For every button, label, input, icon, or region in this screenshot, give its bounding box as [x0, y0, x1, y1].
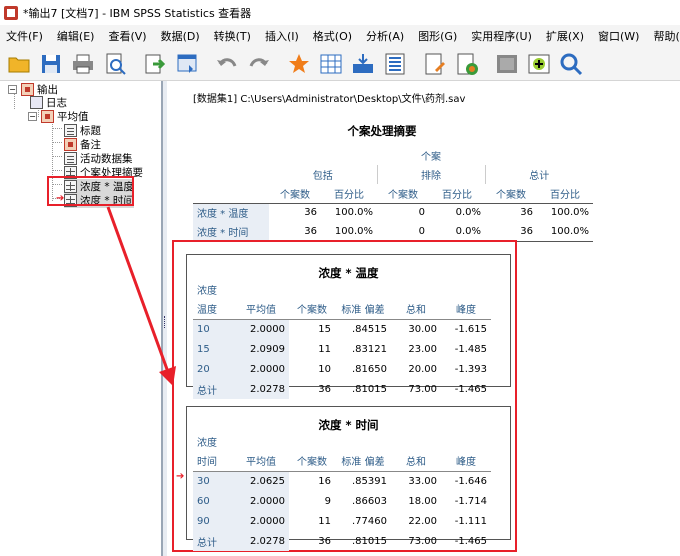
summary-title: 个案处理摘要: [347, 124, 417, 138]
find-icon[interactable]: [558, 51, 584, 77]
menu-help[interactable]: 帮助(H): [653, 28, 680, 44]
table-row: 浓度 * 温度 36 100.0% 0 0.0% 36 100.0%: [193, 203, 593, 222]
table-row: 总计 2.0278 36.81015 73.00 -1.465: [193, 531, 491, 551]
goto-variable-icon[interactable]: [350, 51, 376, 77]
variables-icon[interactable]: [382, 51, 408, 77]
menu-format[interactable]: 格式(O): [313, 28, 352, 44]
header-pct: 百分比: [321, 184, 377, 204]
header-n: 个案数: [269, 184, 321, 204]
menu-graphs[interactable]: 图形(G): [418, 28, 457, 44]
insert-chart-icon[interactable]: [454, 51, 480, 77]
splitter-grip-icon: [164, 316, 166, 328]
report-table-time: 浓度 * 时间 浓度 时间 平均值 个案数 标准 偏差 总和 峰度 30 2.06…: [186, 406, 511, 551]
menu-insert[interactable]: 插入(I): [265, 28, 299, 44]
tree-label-means: 平均值: [57, 111, 89, 123]
app-icon: [4, 5, 18, 20]
show-icon[interactable]: [526, 51, 552, 77]
print-preview-icon[interactable]: [102, 51, 128, 77]
header-pct: 百分比: [537, 184, 593, 204]
open-folder-icon[interactable]: [6, 51, 32, 77]
table-row: 90 2.0000 11.77460 22.00 -1.111: [193, 511, 491, 531]
table-row: 10 2.0000 15.84515 30.00 -1.615: [193, 319, 491, 339]
title-bar: *输出7 [文档7] - IBM SPSS Statistics 查看器: [0, 0, 680, 25]
recall-dialog-icon[interactable]: [174, 51, 200, 77]
goto-data-icon[interactable]: [286, 51, 312, 77]
print-icon[interactable]: [70, 51, 96, 77]
tree-item-means[interactable]: − 平均值: [28, 109, 89, 124]
current-table-arrow-icon: ➔: [176, 471, 185, 482]
table-row: 20 2.0000 10.81650 20.00 -1.393: [193, 359, 491, 379]
header-n: 个案数: [485, 184, 537, 204]
toolbar: [0, 47, 680, 81]
undo-icon[interactable]: [214, 51, 240, 77]
export-icon[interactable]: [142, 51, 168, 77]
tree-item-log[interactable]: 日志: [30, 95, 67, 110]
case-summary-table: 个案 包括 排除 总计 个案数 百分比 个案数 百分比 个案数 百分比 浓度 *…: [193, 146, 593, 242]
menu-transform[interactable]: 转换(T): [214, 28, 251, 44]
menu-data[interactable]: 数据(D): [161, 28, 200, 44]
header-pct: 百分比: [429, 184, 485, 204]
menu-extensions[interactable]: 扩展(X): [546, 28, 584, 44]
table-row: 30 2.0625 16.85391 33.00 -1.646: [193, 471, 491, 491]
menu-file[interactable]: 文件(F): [6, 28, 43, 44]
menu-view[interactable]: 查看(V): [108, 28, 146, 44]
goto-case-icon[interactable]: [318, 51, 344, 77]
collapse-icon[interactable]: −: [28, 112, 37, 121]
collapse-icon[interactable]: −: [8, 85, 17, 94]
header-total: 总计: [529, 171, 550, 182]
table-row: 浓度 * 时间 36 100.0% 0 0.0% 36 100.0%: [193, 222, 593, 242]
hide-icon[interactable]: [494, 51, 520, 77]
tree-item-notes[interactable]: 备注: [64, 137, 101, 152]
save-icon[interactable]: [38, 51, 64, 77]
dataset-path: [数据集1] C:\Users\Administrator\Desktop\文件…: [193, 94, 466, 105]
annotation-box: [47, 176, 134, 206]
insert-output-icon[interactable]: [422, 51, 448, 77]
header-excluded: 排除: [377, 165, 486, 184]
notes-icon: [64, 138, 77, 151]
menu-window[interactable]: 窗口(W): [598, 28, 639, 44]
table-row: 总计 2.0278 36.81015 73.00 -1.465: [193, 379, 491, 399]
dataset-icon: [64, 152, 77, 165]
tree-item-title[interactable]: 标题: [64, 123, 101, 138]
redo-icon[interactable]: [246, 51, 272, 77]
window-title: *输出7 [文档7] - IBM SPSS Statistics 查看器: [23, 6, 252, 20]
menu-bar: 文件(F) 编辑(E) 查看(V) 数据(D) 转换(T) 插入(I) 格式(O…: [0, 25, 680, 47]
tree-item-active-dataset[interactable]: 活动数据集: [64, 151, 133, 166]
means-icon: [41, 110, 54, 123]
header-cases: 个案: [421, 152, 441, 163]
log-icon: [30, 96, 43, 109]
table-row: 60 2.0000 9.86603 18.00 -1.714: [193, 491, 491, 511]
tree-label-active-dataset: 活动数据集: [80, 153, 133, 165]
table-row: 15 2.0909 11.83121 23.00 -1.485: [193, 339, 491, 359]
report-table-temperature: 浓度 * 温度 浓度 温度 平均值 个案数 标准 偏差 总和 峰度 10 2.00…: [186, 254, 511, 399]
menu-analyze[interactable]: 分析(A): [366, 28, 404, 44]
tree-label-notes: 备注: [80, 139, 101, 151]
menu-edit[interactable]: 编辑(E): [57, 28, 95, 44]
title-icon: [64, 124, 77, 137]
header-n: 个案数: [377, 184, 429, 204]
tree-label-log: 日志: [46, 97, 67, 109]
menu-utilities[interactable]: 实用程序(U): [471, 28, 532, 44]
outline-pane: − 输出 日志 − 平均值 标题 备注 活动数据集 个案处理摘要 浓度 * 温度…: [0, 81, 163, 556]
header-included: 包括: [269, 165, 378, 184]
tree-label-title: 标题: [80, 125, 101, 137]
